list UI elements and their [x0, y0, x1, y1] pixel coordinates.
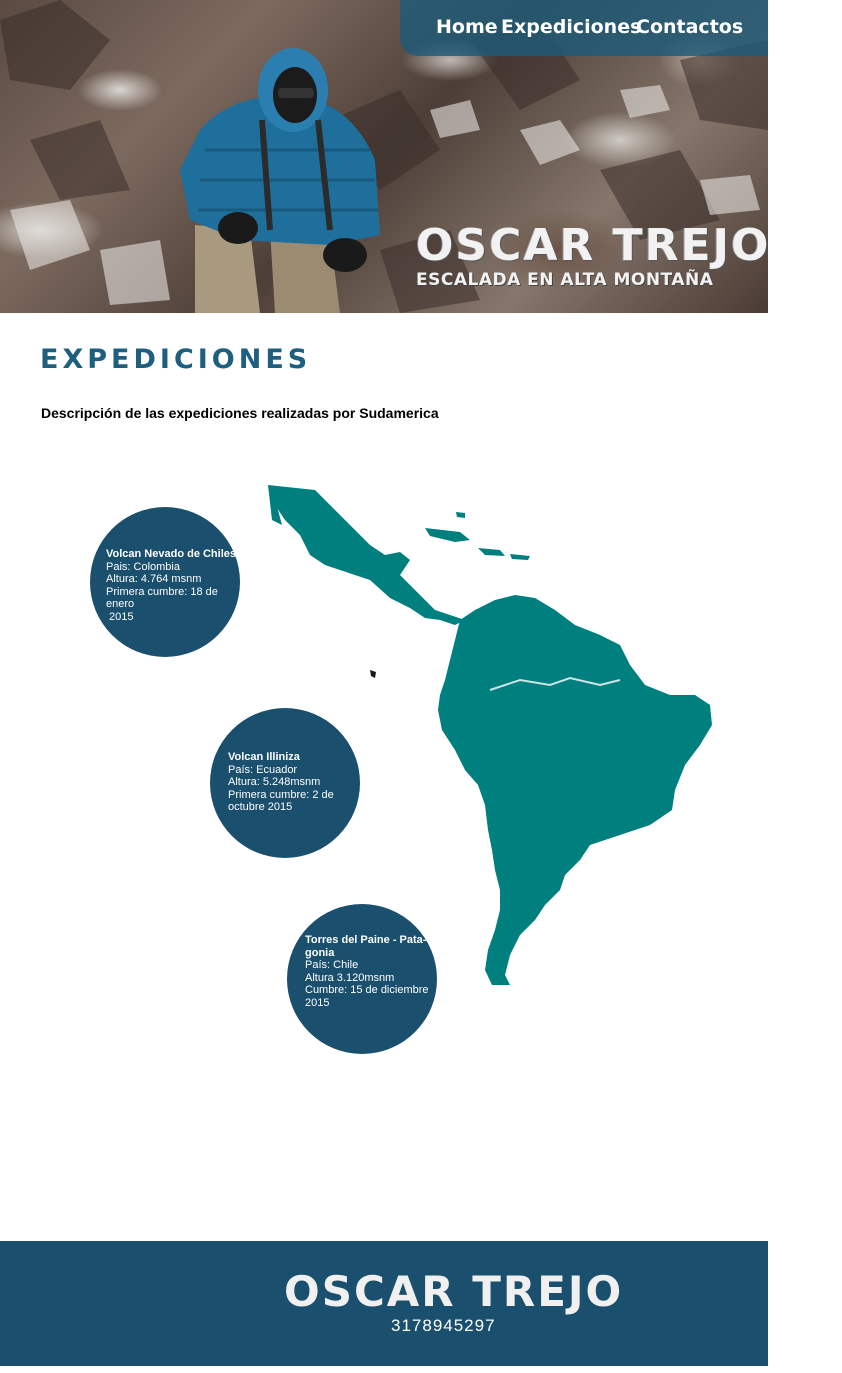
hero-tagline: ESCALADA EN ALTA MONTAÑA: [416, 270, 714, 290]
expedition-name: Volcan Illiniza: [228, 751, 300, 763]
expedition-card-torres-del-paine[interactable]: Torres del Paine - Pata- gonia País: Chi…: [287, 904, 437, 1054]
climber-photo: [180, 48, 380, 313]
expedition-card-illiniza[interactable]: Volcan Illiniza País: Ecuador Altura: 5.…: [210, 708, 360, 858]
expedition-card-nevado-de-chiles[interactable]: Volcan Nevado de Chiles Pais: Colombia A…: [90, 507, 240, 657]
expedition-summit: Cumbre: 15 de diciembre: [305, 984, 429, 996]
footer-phone[interactable]: 3178945297: [391, 1316, 496, 1336]
nav-expediciones[interactable]: Expediciones: [501, 16, 641, 38]
expedition-name: Volcan Nevado de Chiles: [106, 548, 237, 560]
section-description: Descripción de las expediciones realizad…: [41, 405, 439, 421]
footer: OSCAR TREJO 3178945297: [0, 1241, 768, 1366]
nav-contactos[interactable]: Contactos: [636, 16, 743, 38]
expedition-country: País: Ecuador: [228, 763, 298, 776]
top-navigation: Home Expediciones Contactos: [400, 0, 768, 56]
hero-name: OSCAR TREJO: [416, 220, 768, 271]
expedition-altitude: Altura: 4.764 msnm: [106, 573, 202, 585]
hero-banner: Home Expediciones Contactos OSCAR TREJO …: [0, 0, 768, 313]
expedition-country: Pais: Colombia: [106, 560, 180, 573]
hero-brand: OSCAR TREJO ESCALADA EN ALTA MONTAÑA: [416, 220, 768, 291]
expedition-summit-year: 2015: [305, 996, 330, 1009]
expedition-altitude: Altura 3.120msnm: [305, 971, 395, 984]
section-title: EXPEDICIONES: [40, 344, 312, 375]
expedition-summit-year: 2015: [106, 610, 134, 623]
expedition-altitude: Altura: 5.248msnm: [228, 776, 321, 788]
expedition-summit: Primera cumbre: 2 de: [228, 788, 334, 801]
nav-home[interactable]: Home: [436, 16, 498, 38]
expedition-country: País: Chile: [305, 959, 359, 971]
expedition-name-cont: gonia: [305, 946, 335, 959]
expedition-name: Torres del Paine - Pata-: [305, 934, 427, 946]
expedition-summit-date: octubre 2015: [228, 801, 293, 813]
expedition-summit: Primera cumbre: 18 de enero: [106, 585, 218, 611]
footer-name: OSCAR TREJO: [284, 1267, 624, 1316]
